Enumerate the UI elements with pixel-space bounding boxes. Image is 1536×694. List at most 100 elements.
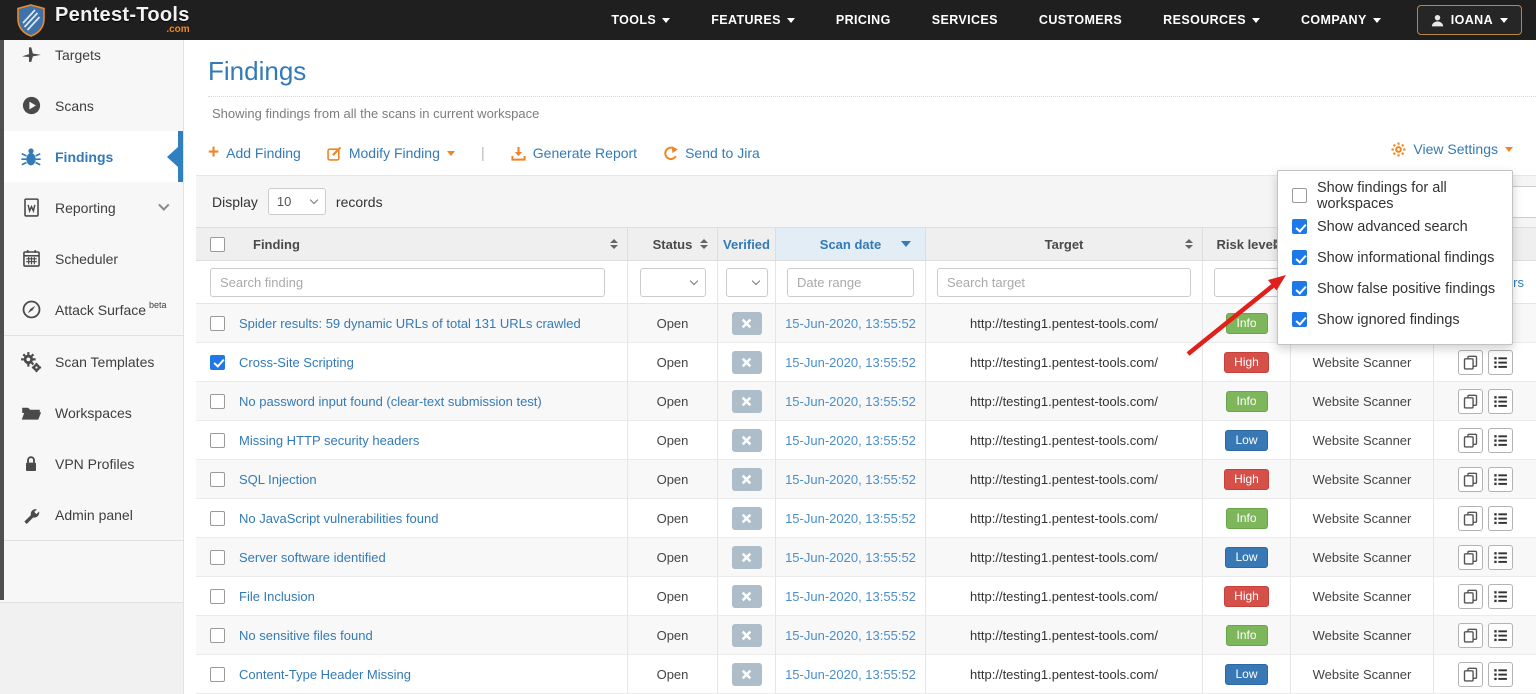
- scan-date-link[interactable]: 15-Jun-2020, 13:55:52: [785, 628, 916, 643]
- option-checkbox[interactable]: [1292, 250, 1307, 265]
- finding-link[interactable]: Server software identified: [239, 550, 386, 565]
- sidebar-item-vpn-profiles[interactable]: VPN Profiles: [0, 438, 183, 489]
- finding-details-button[interactable]: [1488, 623, 1513, 648]
- finding-link[interactable]: Missing HTTP security headers: [239, 433, 419, 448]
- view-settings-option[interactable]: Show findings for all workspaces: [1278, 180, 1512, 211]
- select-all-checkbox[interactable]: [210, 237, 225, 252]
- finding-details-button[interactable]: [1488, 389, 1513, 414]
- sidebar-item-findings[interactable]: Findings: [0, 131, 183, 182]
- finding-filter-input[interactable]: [210, 268, 605, 297]
- view-settings-option[interactable]: Show informational findings: [1278, 242, 1512, 273]
- option-checkbox[interactable]: [1292, 188, 1307, 203]
- view-settings-button[interactable]: View Settings: [1391, 141, 1513, 157]
- row-checkbox[interactable]: [210, 667, 225, 682]
- finding-link[interactable]: No JavaScript vulnerabilities found: [239, 511, 438, 526]
- option-checkbox[interactable]: [1292, 312, 1307, 327]
- sidebar-item-scheduler[interactable]: Scheduler: [0, 233, 183, 284]
- finding-link[interactable]: No sensitive files found: [239, 628, 373, 643]
- records-per-page-select[interactable]: 10: [268, 188, 326, 215]
- generate-report-button[interactable]: Generate Report: [511, 145, 637, 161]
- row-checkbox[interactable]: [210, 589, 225, 604]
- finding-link[interactable]: No password input found (clear-text subm…: [239, 394, 542, 409]
- verified-x-button[interactable]: [732, 390, 762, 413]
- finding-details-button[interactable]: [1488, 545, 1513, 570]
- verified-x-button[interactable]: [732, 663, 762, 686]
- scan-date-link[interactable]: 15-Jun-2020, 13:55:52: [785, 316, 916, 331]
- sidebar-item-scans[interactable]: Scans: [0, 80, 183, 131]
- row-checkbox[interactable]: [210, 316, 225, 331]
- verified-x-button[interactable]: [732, 585, 762, 608]
- pentest-tools-logo[interactable]: Pentest-Tools .com: [0, 4, 190, 37]
- option-checkbox[interactable]: [1292, 219, 1307, 234]
- modify-finding-button[interactable]: Modify Finding: [327, 145, 455, 161]
- duplicate-finding-button[interactable]: [1458, 662, 1483, 687]
- finding-link[interactable]: Spider results: 59 dynamic URLs of total…: [239, 316, 581, 331]
- send-to-jira-button[interactable]: Send to Jira: [663, 145, 760, 161]
- duplicate-finding-button[interactable]: [1458, 506, 1483, 531]
- status-filter-select[interactable]: [640, 268, 706, 297]
- sidebar-item-workspaces[interactable]: Workspaces: [0, 387, 183, 438]
- view-settings-option[interactable]: Show ignored findings: [1278, 304, 1512, 335]
- verified-x-button[interactable]: [732, 468, 762, 491]
- column-header-finding[interactable]: Finding: [196, 227, 628, 261]
- top-nav-item[interactable]: CUSTOMERS: [1039, 13, 1122, 27]
- view-settings-option[interactable]: Show false positive findings: [1278, 273, 1512, 304]
- column-header-scan-date[interactable]: Scan date: [776, 227, 926, 261]
- scan-date-link[interactable]: 15-Jun-2020, 13:55:52: [785, 394, 916, 409]
- finding-details-button[interactable]: [1488, 584, 1513, 609]
- row-checkbox[interactable]: [210, 511, 225, 526]
- top-nav-item[interactable]: COMPANY: [1301, 13, 1381, 27]
- user-menu-button[interactable]: IOANA: [1417, 5, 1522, 35]
- scan-date-link[interactable]: 15-Jun-2020, 13:55:52: [785, 511, 916, 526]
- verified-x-button[interactable]: [732, 546, 762, 569]
- sidebar-item-admin-panel[interactable]: Admin panel: [0, 489, 183, 540]
- duplicate-finding-button[interactable]: [1458, 350, 1483, 375]
- top-nav-item[interactable]: FEATURES: [711, 13, 795, 27]
- scan-date-link[interactable]: 15-Jun-2020, 13:55:52: [785, 589, 916, 604]
- duplicate-finding-button[interactable]: [1458, 467, 1483, 492]
- duplicate-finding-button[interactable]: [1458, 623, 1483, 648]
- column-header-target[interactable]: Target: [926, 227, 1203, 261]
- target-filter-input[interactable]: [937, 268, 1191, 297]
- scan-date-link[interactable]: 15-Jun-2020, 13:55:52: [785, 667, 916, 682]
- finding-link[interactable]: Cross-Site Scripting: [239, 355, 354, 370]
- top-nav-item[interactable]: RESOURCES: [1163, 13, 1260, 27]
- finding-details-button[interactable]: [1488, 506, 1513, 531]
- row-checkbox[interactable]: [210, 472, 225, 487]
- verified-x-button[interactable]: [732, 624, 762, 647]
- row-checkbox[interactable]: [210, 628, 225, 643]
- finding-details-button[interactable]: [1488, 467, 1513, 492]
- finding-link[interactable]: Content-Type Header Missing: [239, 667, 411, 682]
- verified-filter-select[interactable]: [726, 268, 768, 297]
- row-checkbox[interactable]: [210, 433, 225, 448]
- finding-details-button[interactable]: [1488, 662, 1513, 687]
- sidebar-item-scan-templates[interactable]: Scan Templates: [0, 336, 183, 387]
- view-settings-option[interactable]: Show advanced search: [1278, 211, 1512, 242]
- finding-details-button[interactable]: [1488, 428, 1513, 453]
- finding-link[interactable]: File Inclusion: [239, 589, 315, 604]
- sidebar-item-targets[interactable]: Targets: [0, 40, 183, 80]
- verified-x-button[interactable]: [732, 312, 762, 335]
- sidebar-scrollbar[interactable]: [0, 40, 4, 600]
- risk-filter-input[interactable]: [1214, 268, 1279, 297]
- sidebar-item-attack-surface[interactable]: Attack Surface beta: [0, 284, 183, 335]
- column-header-verified[interactable]: Verified: [718, 227, 776, 261]
- date-range-filter-input[interactable]: [787, 268, 914, 297]
- top-nav-item[interactable]: SERVICES: [932, 13, 998, 27]
- add-finding-button[interactable]: + Add Finding: [208, 145, 301, 161]
- top-nav-item[interactable]: PRICING: [836, 13, 891, 27]
- scan-date-link[interactable]: 15-Jun-2020, 13:55:52: [785, 550, 916, 565]
- row-checkbox[interactable]: [210, 355, 225, 370]
- top-nav-item[interactable]: TOOLS: [611, 13, 670, 27]
- verified-x-button[interactable]: [732, 507, 762, 530]
- duplicate-finding-button[interactable]: [1458, 545, 1483, 570]
- scan-date-link[interactable]: 15-Jun-2020, 13:55:52: [785, 472, 916, 487]
- finding-link[interactable]: SQL Injection: [239, 472, 317, 487]
- duplicate-finding-button[interactable]: [1458, 584, 1483, 609]
- column-header-status[interactable]: Status: [628, 227, 718, 261]
- row-checkbox[interactable]: [210, 394, 225, 409]
- verified-x-button[interactable]: [732, 429, 762, 452]
- option-checkbox[interactable]: [1292, 281, 1307, 296]
- duplicate-finding-button[interactable]: [1458, 389, 1483, 414]
- row-checkbox[interactable]: [210, 550, 225, 565]
